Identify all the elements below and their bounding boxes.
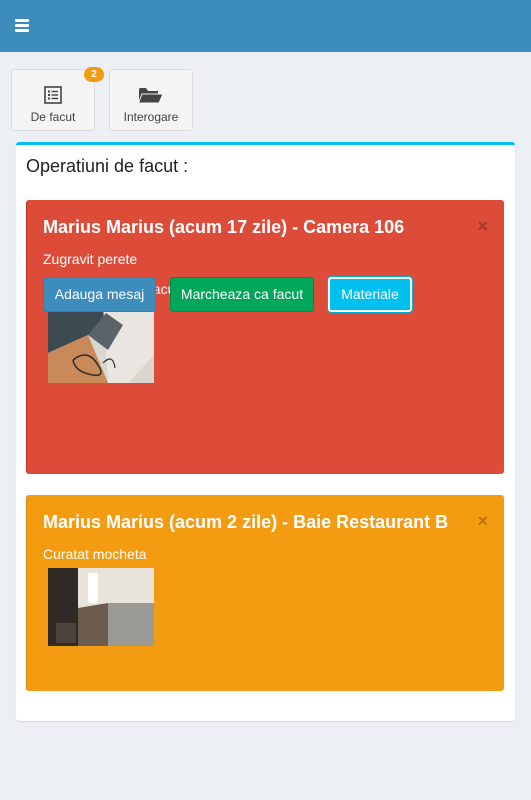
mark-done-button[interactable]: Marcheaza ca facut bbox=[170, 277, 314, 312]
card-title: Marius Marius (acum 2 zile) - Baie Resta… bbox=[43, 512, 449, 532]
photo-thumbnail[interactable] bbox=[48, 568, 154, 646]
card-description: Curatat mocheta bbox=[43, 546, 147, 562]
list-icon bbox=[44, 86, 62, 109]
tile-interogare[interactable]: Interogare bbox=[109, 69, 193, 131]
close-icon[interactable]: × bbox=[477, 511, 488, 532]
materials-button[interactable]: Materiale bbox=[327, 276, 413, 313]
close-icon[interactable]: × bbox=[477, 216, 488, 237]
card-title: Marius Marius (acum 17 zile) - Camera 10… bbox=[43, 217, 405, 237]
box-title: Operatiuni de facut : bbox=[26, 156, 189, 176]
folder-open-icon bbox=[137, 86, 164, 109]
operations-box: Operatiuni de facut : Marius Marius (acu… bbox=[16, 142, 515, 721]
hamburger-icon[interactable] bbox=[15, 19, 29, 32]
add-message-button[interactable]: Adauga mesaj bbox=[43, 277, 156, 312]
tile-de-facut[interactable]: De facut bbox=[11, 69, 95, 131]
top-navbar bbox=[0, 0, 531, 52]
tile-label: Interogare bbox=[123, 110, 179, 124]
operation-card: Marius Marius (acum 17 zile) - Camera 10… bbox=[26, 200, 504, 474]
tile-label: De facut bbox=[30, 110, 76, 124]
count-badge: 2 bbox=[84, 67, 104, 82]
card-description: Zugravit perete bbox=[43, 251, 138, 267]
photo-thumbnail[interactable] bbox=[48, 305, 154, 383]
operation-card: Marius Marius (acum 2 zile) - Baie Resta… bbox=[26, 495, 504, 691]
